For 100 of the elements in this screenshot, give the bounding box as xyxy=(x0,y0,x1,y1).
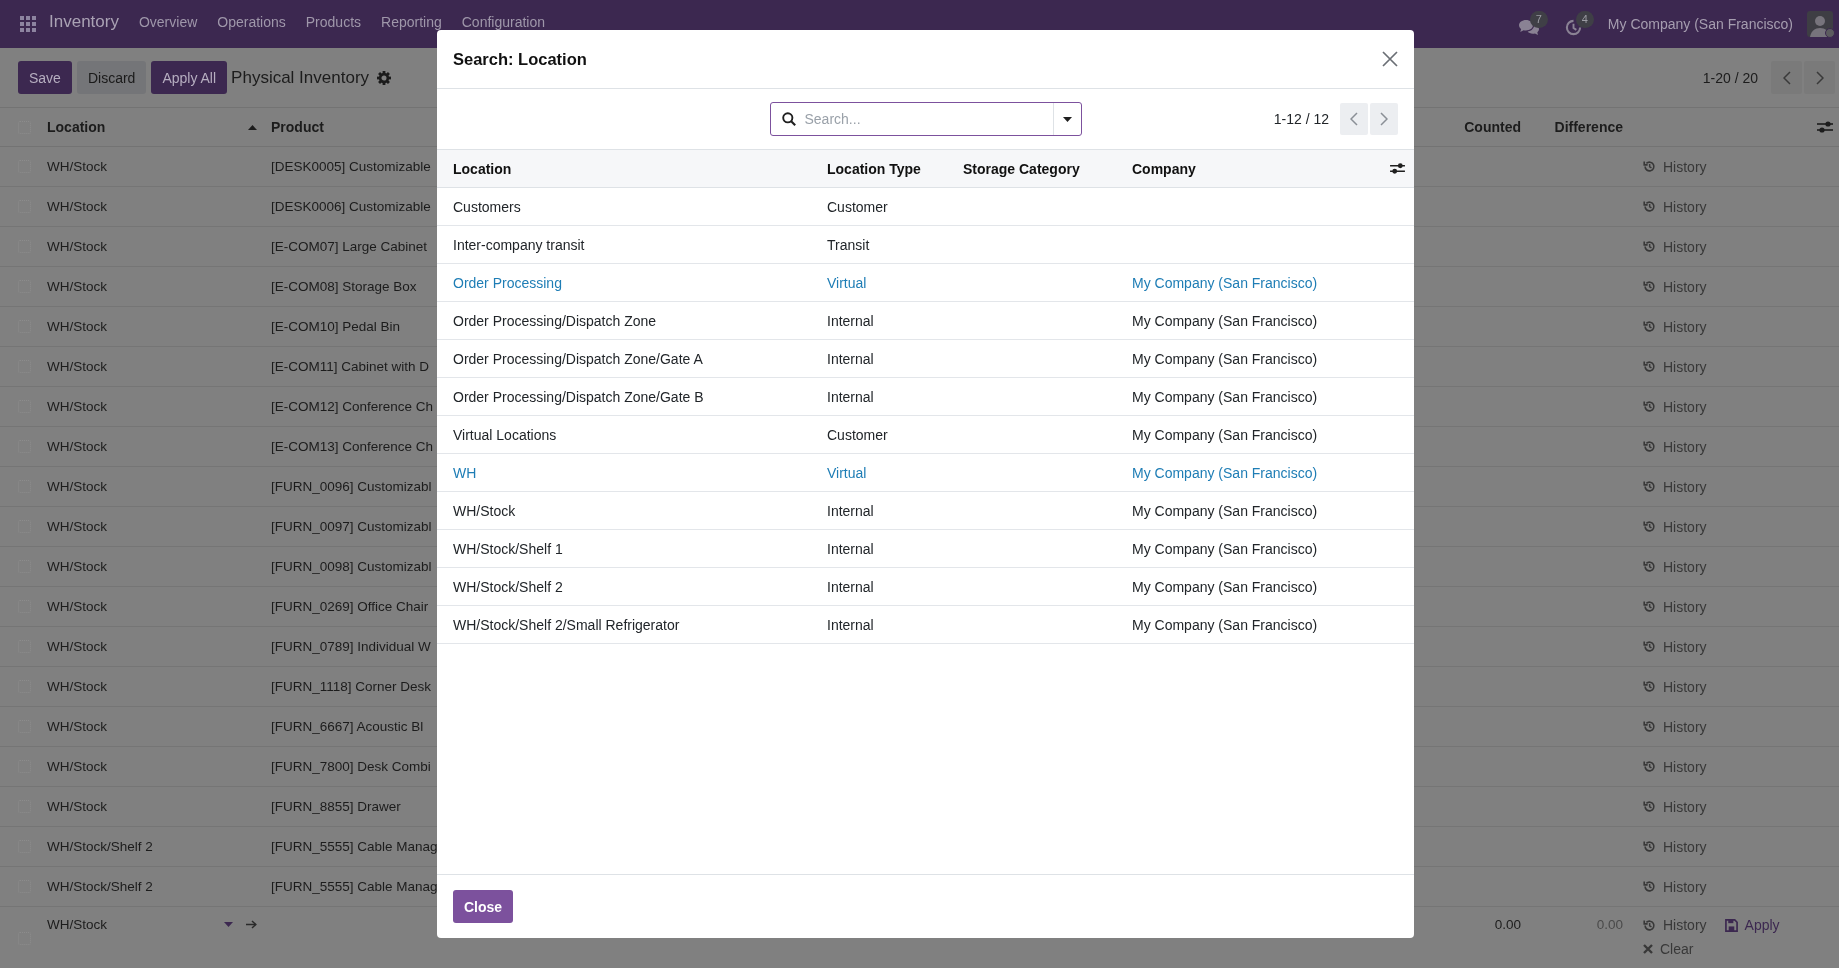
table-cell[interactable]: My Company (San Francisco) xyxy=(1132,350,1318,367)
next-page-button[interactable] xyxy=(1370,103,1398,135)
table-cell[interactable]: My Company (San Francisco) xyxy=(1132,388,1318,405)
previous-page-button[interactable] xyxy=(1771,61,1802,94)
arrow-right-icon[interactable] xyxy=(246,920,257,929)
table-cell[interactable]: Internal xyxy=(827,578,874,595)
table-cell[interactable]: Internal xyxy=(827,388,874,405)
table-cell[interactable]: Virtual Locations xyxy=(453,426,557,443)
toolbar-button[interactable]: Apply All xyxy=(151,61,228,94)
table-cell[interactable]: WH/Stock/Shelf 1 xyxy=(453,540,563,557)
close-button[interactable] xyxy=(1380,49,1400,69)
table-cell[interactable]: My Company (San Francisco) xyxy=(1132,312,1318,329)
column-header[interactable]: Counted xyxy=(1464,119,1521,135)
menu-item[interactable]: Reporting xyxy=(371,14,452,30)
close-dialog-button[interactable]: Close xyxy=(453,890,514,923)
table-cell[interactable]: Customer xyxy=(827,426,888,443)
menu-item[interactable]: Operations xyxy=(207,14,296,30)
avatar-icon[interactable] xyxy=(1807,10,1835,38)
table-cell[interactable]: Customers xyxy=(453,198,521,215)
history-button[interactable]: History xyxy=(1643,318,1707,335)
table-cell[interactable]: Inter-company transit xyxy=(453,236,585,253)
dialog-title: Search: Location xyxy=(453,49,587,69)
clock-icon[interactable] xyxy=(1564,18,1582,36)
table-cell[interactable]: My Company (San Francisco) xyxy=(1132,540,1318,557)
table-cell[interactable]: My Company (San Francisco) xyxy=(1132,464,1318,481)
history-button[interactable]: History xyxy=(1643,438,1707,455)
company-switcher[interactable]: My Company (San Francisco) xyxy=(1607,16,1793,32)
history-button[interactable]: History xyxy=(1643,838,1707,855)
app-name[interactable]: Inventory xyxy=(49,13,119,31)
menu-item[interactable]: Configuration xyxy=(451,14,555,30)
table-cell: WH/Stock/Shelf 2 xyxy=(47,879,153,894)
apps-grid-icon[interactable] xyxy=(20,16,36,32)
caret-down-icon xyxy=(1062,116,1072,122)
history-button[interactable]: History xyxy=(1643,518,1707,535)
history-button[interactable]: History xyxy=(1643,678,1707,695)
menu-item[interactable]: Overview xyxy=(128,14,208,30)
history-button[interactable]: History xyxy=(1643,198,1707,215)
column-header[interactable]: Storage Category xyxy=(963,160,1080,177)
column-header[interactable]: Product xyxy=(271,119,324,135)
history-button[interactable]: History xyxy=(1643,478,1707,495)
column-header[interactable]: Location xyxy=(47,119,106,135)
history-button[interactable]: History xyxy=(1643,278,1707,295)
column-header[interactable]: Location xyxy=(453,160,512,177)
table-cell[interactable]: Internal xyxy=(827,312,874,329)
location-field[interactable]: WH/Stock xyxy=(47,917,107,932)
table-cell[interactable]: My Company (San Francisco) xyxy=(1132,426,1318,443)
history-button[interactable]: History xyxy=(1643,558,1707,575)
history-button[interactable]: History xyxy=(1643,238,1707,255)
column-header[interactable]: Difference xyxy=(1554,119,1623,135)
search-field[interactable]: Search... xyxy=(769,102,1082,136)
table-cell[interactable]: Internal xyxy=(827,502,874,519)
table-cell[interactable]: Virtual xyxy=(827,464,867,481)
previous-page-button[interactable] xyxy=(1340,103,1368,135)
sliders-icon[interactable] xyxy=(1817,120,1833,134)
next-page-button[interactable] xyxy=(1804,61,1835,94)
toolbar-button[interactable]: Discard xyxy=(76,61,147,94)
toolbar-button[interactable]: Save xyxy=(18,61,72,94)
table-cell[interactable]: Internal xyxy=(827,616,874,633)
menu-item[interactable]: Products xyxy=(295,14,372,30)
table-cell[interactable]: Transit xyxy=(827,236,870,253)
caret-down-icon[interactable] xyxy=(224,922,233,927)
history-icon xyxy=(1643,400,1656,413)
table-cell[interactable]: Internal xyxy=(827,540,874,557)
search-input[interactable]: Search... xyxy=(804,105,1053,133)
history-button[interactable]: History xyxy=(1643,718,1707,735)
counted-field[interactable]: 0.00 xyxy=(1494,917,1521,932)
history-button[interactable]: History xyxy=(1643,638,1707,655)
table-cell[interactable]: Order Processing/Dispatch Zone/Gate A xyxy=(453,350,703,367)
apply-button[interactable]: Apply xyxy=(1724,917,1780,933)
sliders-icon[interactable] xyxy=(1389,162,1405,175)
table-cell[interactable]: WH/Stock/Shelf 2 xyxy=(453,578,563,595)
history-button[interactable]: History xyxy=(1643,358,1707,375)
history-button[interactable]: History xyxy=(1643,598,1707,615)
table-cell[interactable]: My Company (San Francisco) xyxy=(1132,502,1318,519)
history-button[interactable]: History xyxy=(1643,798,1707,815)
history-button[interactable]: History xyxy=(1643,758,1707,775)
history-button[interactable]: History xyxy=(1643,398,1707,415)
history-icon xyxy=(1643,600,1656,613)
table-cell: WH/Stock xyxy=(47,519,107,534)
clear-button[interactable]: Clear xyxy=(1643,941,1694,957)
history-button[interactable]: History xyxy=(1643,878,1707,895)
history-button[interactable]: History xyxy=(1643,917,1707,933)
table-cell[interactable]: My Company (San Francisco) xyxy=(1132,578,1318,595)
table-cell[interactable]: My Company (San Francisco) xyxy=(1132,274,1318,291)
table-cell[interactable]: Order Processing xyxy=(453,274,562,291)
history-button[interactable]: History xyxy=(1643,158,1707,175)
gear-icon[interactable] xyxy=(377,70,392,85)
table-cell[interactable]: Customer xyxy=(827,198,888,215)
column-header[interactable]: Location Type xyxy=(827,160,921,177)
table-cell[interactable]: Virtual xyxy=(827,274,867,291)
table-cell[interactable]: WH xyxy=(453,464,477,481)
table-cell: WH/Stock xyxy=(47,439,107,454)
table-cell[interactable]: My Company (San Francisco) xyxy=(1132,616,1318,633)
table-cell[interactable]: Order Processing/Dispatch Zone/Gate B xyxy=(453,388,704,405)
table-cell[interactable]: WH/Stock xyxy=(453,502,516,519)
table-cell: WH/Stock xyxy=(47,799,107,814)
table-cell[interactable]: WH/Stock/Shelf 2/Small Refrigerator xyxy=(453,616,680,633)
table-cell[interactable]: Order Processing/Dispatch Zone xyxy=(453,312,657,329)
table-cell[interactable]: Internal xyxy=(827,350,874,367)
column-header[interactable]: Company xyxy=(1132,160,1196,177)
